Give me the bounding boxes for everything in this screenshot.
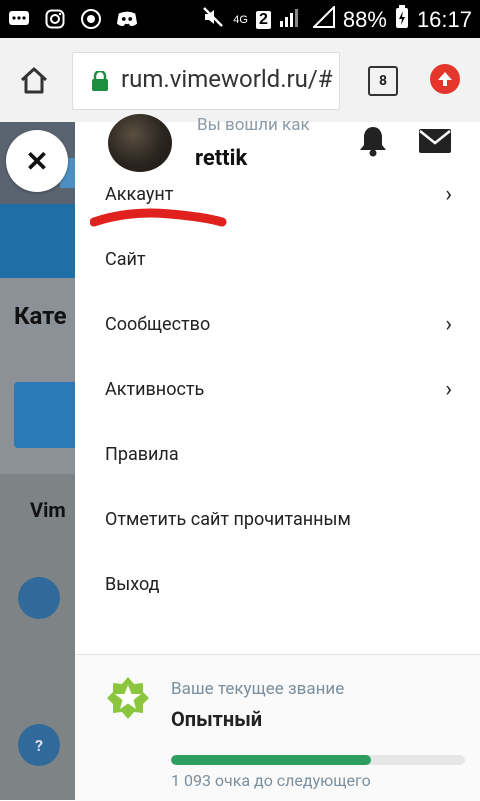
rank-label: Ваше текущее звание <box>171 679 345 699</box>
mute-icon <box>201 5 225 35</box>
media-icon <box>80 8 102 30</box>
rank-progress-fill <box>171 755 371 765</box>
arrow-up-icon <box>438 72 452 86</box>
menu-item-label: Правила <box>105 444 179 465</box>
menu-item-activity[interactable]: Активность › <box>75 357 480 422</box>
close-icon: ✕ <box>25 144 49 178</box>
rank-progress-bar <box>171 755 465 765</box>
logged-in-as-label: Вы вошли как <box>197 115 310 135</box>
chat-notification-icon <box>8 8 30 30</box>
close-drawer-button[interactable]: ✕ <box>6 130 68 192</box>
signal-icon <box>279 6 305 34</box>
rank-star-icon <box>105 675 151 725</box>
battery-percent: 88% <box>342 7 387 32</box>
menu-item-site[interactable]: Сайт <box>75 227 480 292</box>
network-type: 4G <box>233 13 248 26</box>
home-icon <box>20 67 48 94</box>
points-to-next: 1 093 очка до следующего <box>171 771 371 790</box>
signal2-icon <box>311 4 335 34</box>
address-bar[interactable]: rum.vimeworld.ru/# <box>72 52 340 110</box>
url-text: rum.vimeworld.ru/# <box>121 65 333 93</box>
menu-item-label: Сайт <box>105 249 146 270</box>
menu-item-logout[interactable]: Выход <box>75 552 480 617</box>
discord-icon <box>116 8 138 30</box>
menu-item-rules[interactable]: Правила <box>75 422 480 487</box>
clock: 16:17 <box>416 7 472 32</box>
battery-charging-icon <box>395 5 409 35</box>
menu-item-label: Активность <box>105 379 205 400</box>
browser-toolbar: rum.vimeworld.ru/# 8 <box>0 38 480 123</box>
menu-item-mark-read[interactable]: Отметить сайт прочитанным <box>75 487 480 552</box>
chevron-right-icon: › <box>445 182 452 207</box>
bell-icon <box>360 127 386 157</box>
lock-icon <box>91 69 109 95</box>
notifications-button[interactable] <box>358 125 388 161</box>
chevron-right-icon: › <box>445 312 452 337</box>
navigation-drawer: Вы вошли как rettik Аккаунт › Сайт Сообщ… <box>75 114 480 801</box>
help-icon: ? <box>18 724 60 766</box>
red-annotation-underline <box>90 208 227 227</box>
instagram-icon <box>44 8 66 30</box>
mail-icon <box>419 129 451 153</box>
upload-button[interactable] <box>430 64 460 94</box>
menu-item-label: Отметить сайт прочитанным <box>105 509 351 530</box>
home-button[interactable] <box>14 60 54 100</box>
status-bar: 4G 2 88% 16:17 <box>0 0 480 38</box>
sim-badge: 2 <box>255 11 271 29</box>
menu-item-label: Сообщество <box>105 314 211 335</box>
section-title: Vim <box>30 498 66 522</box>
chat-bubble-icon <box>18 577 60 619</box>
chevron-right-icon: › <box>445 377 452 402</box>
menu-item-community[interactable]: Сообщество › <box>75 292 480 357</box>
menu-item-label: Выход <box>105 574 160 595</box>
page-title: Кате <box>14 302 67 330</box>
rank-card[interactable]: Ваше текущее звание Опытный 1 093 очка д… <box>75 654 480 801</box>
rank-name: Опытный <box>171 707 263 731</box>
tab-switcher-button[interactable]: 8 <box>368 66 398 96</box>
messages-button[interactable] <box>418 128 452 158</box>
